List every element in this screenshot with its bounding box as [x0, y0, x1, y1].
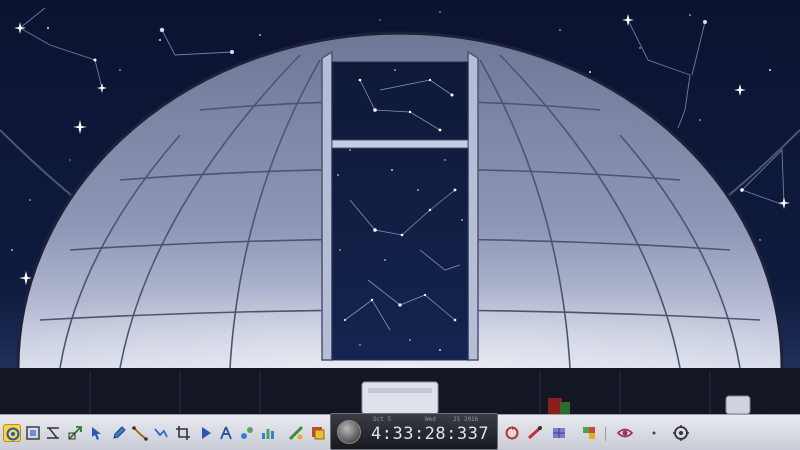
line-icon[interactable]: [131, 424, 149, 442]
dot-icon[interactable]: [645, 424, 663, 442]
layers-icon[interactable]: [309, 424, 327, 442]
weekday-label: Wed: [425, 416, 436, 423]
eye-icon[interactable]: [616, 424, 634, 442]
select-icon[interactable]: [88, 424, 106, 442]
measure-icon[interactable]: [44, 424, 62, 442]
chart-icon[interactable]: [259, 424, 277, 442]
clock-readout[interactable]: 4:33:28:337: [371, 424, 489, 444]
ruler-icon[interactable]: [287, 424, 305, 442]
grid-icon[interactable]: [550, 424, 568, 442]
date-label: Oct 5: [373, 416, 392, 423]
control-console: [361, 381, 439, 415]
observatory-scene[interactable]: [0, 0, 800, 450]
pencil-icon[interactable]: [110, 424, 128, 442]
refresh-icon[interactable]: [503, 424, 521, 442]
telescope-icon[interactable]: [526, 424, 544, 442]
text-icon[interactable]: [217, 424, 235, 442]
zoom-region-icon[interactable]: [66, 424, 84, 442]
green-device: [560, 402, 570, 414]
frame-icon[interactable]: [24, 424, 42, 442]
puzzle-icon[interactable]: [580, 424, 598, 442]
gray-chair: [725, 395, 751, 415]
dome-slit: [331, 61, 469, 361]
crop-icon[interactable]: [174, 424, 192, 442]
labels-icon[interactable]: [238, 424, 256, 442]
dome-shutter-right: [467, 50, 479, 361]
moon-phase-icon[interactable]: [337, 420, 361, 444]
red-device: [548, 398, 562, 414]
play-icon[interactable]: [197, 424, 215, 442]
path-icon[interactable]: [152, 424, 170, 442]
time-display[interactable]: Oct 5 Wed 25 2016 4:33:28:337: [330, 413, 498, 450]
atlas-icon[interactable]: [3, 424, 21, 442]
year-label: 25 2016: [453, 416, 479, 423]
settings-icon[interactable]: [672, 424, 690, 442]
dome-shutter-left: [321, 50, 333, 361]
